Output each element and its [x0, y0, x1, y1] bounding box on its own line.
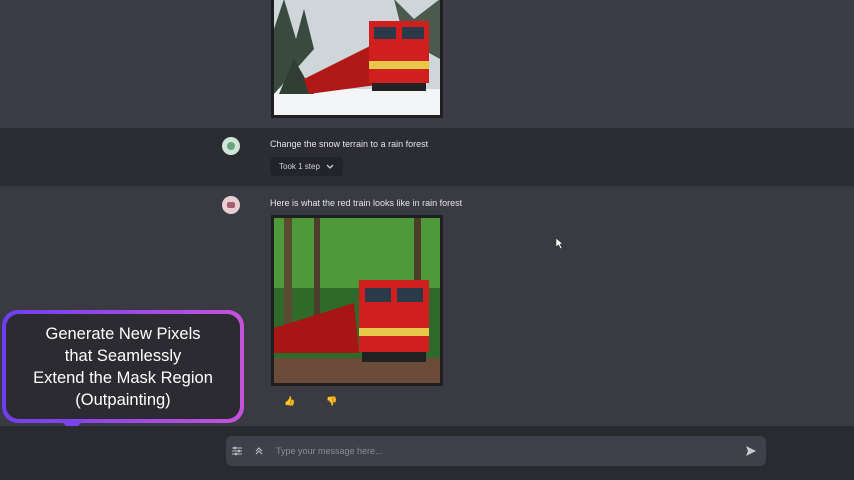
send-button[interactable]	[736, 445, 766, 457]
generated-image-rainforest[interactable]	[271, 215, 443, 386]
expand-up-icon[interactable]	[248, 446, 270, 456]
assistant-avatar	[222, 196, 240, 214]
callout-text: Generate New Pixels that Seamlessly Exte…	[33, 324, 213, 409]
assistant-message-text: Here is what the red train looks like in…	[270, 198, 463, 208]
outpainting-callout: Generate New Pixels that Seamlessly Exte…	[2, 310, 244, 423]
generated-image-snow[interactable]	[271, 0, 443, 118]
message-input[interactable]	[270, 446, 736, 456]
took-step-button[interactable]: Took 1 step	[270, 157, 343, 176]
cloud-icon	[227, 142, 235, 150]
bot-icon	[227, 202, 235, 208]
thumbs-down-icon[interactable]: 👎	[326, 396, 337, 407]
rainforest-train-picture	[274, 218, 440, 383]
callout-inner: Generate New Pixels that Seamlessly Exte…	[6, 314, 240, 419]
user-avatar	[222, 137, 240, 155]
user-message-row	[0, 128, 854, 186]
step-label: Took 1 step	[279, 162, 320, 171]
settings-sliders-icon[interactable]	[226, 446, 248, 456]
user-message-text: Change the snow terrain to a rain forest	[270, 139, 429, 149]
snow-train-picture	[274, 0, 440, 115]
send-icon	[746, 446, 756, 456]
message-composer	[226, 436, 766, 466]
chevron-down-icon	[326, 164, 334, 169]
thumbs-up-icon[interactable]: 👍	[284, 396, 295, 407]
mouse-cursor-icon	[556, 238, 564, 249]
